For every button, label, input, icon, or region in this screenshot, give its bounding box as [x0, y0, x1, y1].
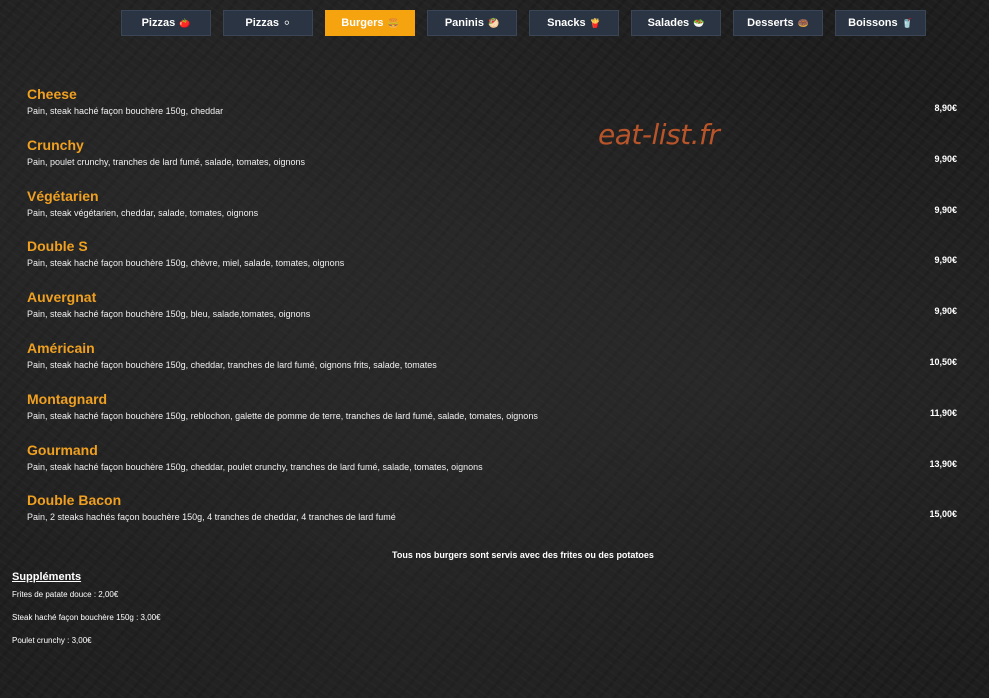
supplement-line: Frites de patate douce : 2,00€ — [12, 590, 119, 599]
item-name: Gourmand — [27, 441, 98, 458]
tab-snacks[interactable]: Snacks 🍟 — [529, 10, 619, 36]
supplement-line: Steak haché façon bouchère 150g : 3,00€ — [12, 613, 161, 622]
item-description: Pain, 2 steaks hachés façon bouchère 150… — [27, 512, 396, 523]
panini-icon: 🥙 — [487, 17, 500, 28]
tab-label: Desserts — [747, 17, 794, 29]
fries-icon: 🍟 — [589, 17, 601, 28]
item-name: Montagnard — [27, 390, 108, 407]
tab-salades[interactable]: Salades 🥗 — [631, 10, 721, 36]
item-description: Pain, steak haché façon bouchère 150g, b… — [27, 309, 311, 320]
item-price: 13,90€ — [929, 458, 957, 469]
tab-label: Boissons — [848, 17, 898, 29]
menu-item: Double Bacon Pain, 2 steaks hachés façon… — [27, 490, 957, 541]
item-description: Pain, steak haché façon bouchère 150g, c… — [27, 461, 483, 472]
tab-desserts[interactable]: Desserts 🍩 — [733, 10, 823, 36]
item-name: Végétarien — [27, 187, 99, 204]
item-name: Auvergnat — [27, 289, 97, 306]
item-price: 10,50€ — [929, 356, 957, 367]
item-price: 15,00€ — [929, 509, 957, 520]
item-price: 9,90€ — [934, 153, 957, 164]
item-description: Pain, poulet crunchy, tranches de lard f… — [27, 156, 305, 167]
menu-item: Américain Pain, steak haché façon bouchè… — [27, 338, 957, 389]
tab-pizzas-tomato[interactable]: Pizzas 🍅 — [121, 10, 211, 36]
tab-label: Burgers — [341, 17, 384, 29]
item-price: 9,90€ — [934, 255, 957, 266]
sides-note: Tous nos burgers sont servis avec des fr… — [392, 550, 654, 560]
tab-pizzas-cream[interactable]: Pizzas ⚪ — [223, 10, 313, 36]
tab-paninis[interactable]: Paninis 🥙 — [427, 10, 517, 36]
tab-boissons[interactable]: Boissons 🥤 — [835, 10, 926, 36]
salad-icon: 🥗 — [693, 17, 705, 28]
item-description: Pain, steak végétarien, cheddar, salade,… — [27, 207, 259, 218]
item-description: Pain, steak haché façon bouchère 150g, c… — [27, 258, 345, 269]
menu-item: Végétarien Pain, steak végétarien, chedd… — [27, 186, 957, 237]
menu-item: Montagnard Pain, steak haché façon bouch… — [27, 389, 957, 440]
tab-label: Pizzas — [245, 17, 280, 29]
tab-burgers[interactable]: Burgers 🍔 — [325, 10, 415, 36]
tab-label: Paninis — [444, 17, 484, 29]
item-name: Crunchy — [27, 136, 84, 153]
item-description: Pain, steak haché façon bouchère 150g, c… — [27, 106, 224, 116]
supplements-section: Suppléments Frites de patate douce : 2,0… — [12, 571, 161, 659]
item-name: Double S — [27, 238, 88, 255]
item-price: 11,90€ — [929, 407, 957, 418]
item-price: 8,90€ — [934, 103, 957, 113]
tomato-icon: 🍅 — [179, 17, 191, 28]
tab-label: Salades — [647, 17, 690, 29]
item-name: Cheese — [27, 86, 77, 102]
supplement-line: Poulet crunchy : 3,00€ — [12, 636, 92, 645]
item-price: 9,90€ — [934, 204, 957, 215]
white-circle-icon: ⚪ — [283, 17, 291, 28]
tab-label: Pizzas — [141, 17, 176, 29]
item-description: Pain, steak haché façon bouchère 150g, r… — [27, 410, 538, 421]
supplements-title: Suppléments — [12, 571, 82, 583]
drink-icon: 🥤 — [901, 17, 913, 28]
menu-item: Gourmand Pain, steak haché façon bouchèr… — [27, 440, 957, 491]
menu-item: Crunchy Pain, poulet crunchy, tranches d… — [27, 135, 957, 186]
tab-label: Snacks — [547, 17, 586, 29]
donut-icon: 🍩 — [797, 17, 809, 28]
item-description: Pain, steak haché façon bouchère 150g, c… — [27, 359, 437, 370]
burger-icon: 🍔 — [387, 17, 399, 28]
menu-item: Double S Pain, steak haché façon bouchèr… — [27, 236, 957, 287]
category-tabs: Pizzas 🍅 Pizzas ⚪ Burgers 🍔 Paninis 🥙 Sn… — [121, 10, 926, 36]
item-name: Américain — [27, 339, 95, 356]
menu-item: Auvergnat Pain, steak haché façon bouchè… — [27, 287, 957, 338]
burger-menu-list: Cheese Pain, steak haché façon bouchère … — [27, 84, 957, 541]
item-price: 9,90€ — [934, 306, 957, 317]
menu-item: Cheese Pain, steak haché façon bouchère … — [27, 84, 957, 135]
item-name: Double Bacon — [27, 492, 122, 509]
